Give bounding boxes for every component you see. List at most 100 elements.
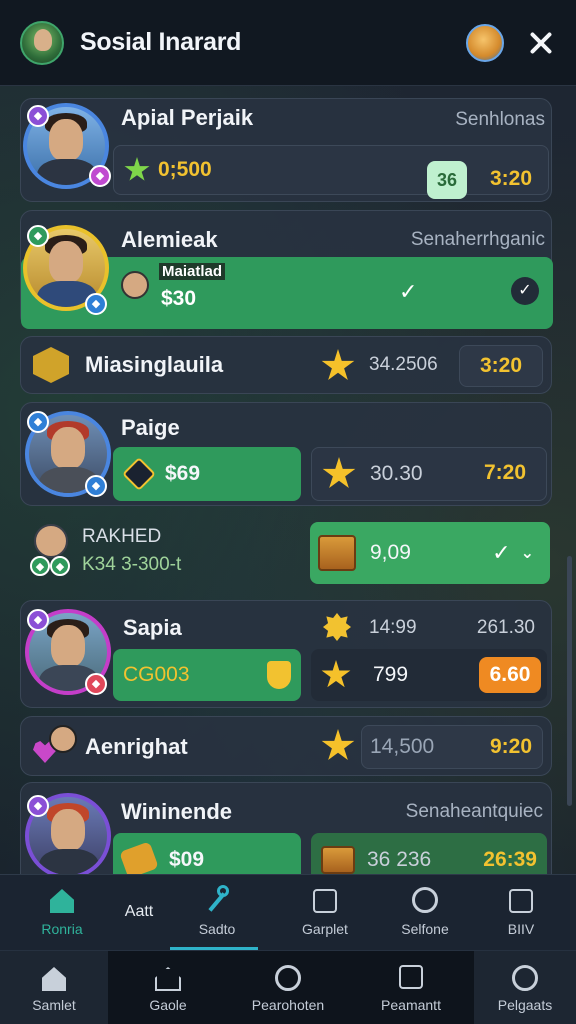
points-badge: 36 bbox=[427, 161, 467, 199]
player-name: Apial Perjaik bbox=[121, 105, 254, 130]
player-name: Wininende bbox=[121, 799, 233, 824]
list-item[interactable]: ◆ ◆ Apial Perjaik Senhlonas 0;500 36 3:2… bbox=[20, 98, 552, 202]
code-pill[interactable]: CG003 bbox=[113, 649, 301, 701]
list-item[interactable]: Aenrighat 14,500 9:20 bbox=[20, 716, 552, 776]
score-value: 30.30 bbox=[370, 462, 423, 485]
close-icon[interactable] bbox=[526, 28, 556, 58]
reward-amount: $30 bbox=[161, 287, 197, 310]
level-badge-icon: ◆ bbox=[27, 609, 49, 631]
timer-value: 9:20 bbox=[489, 735, 532, 758]
level-badge-icon: ◆ bbox=[27, 795, 49, 817]
clipboard-icon bbox=[313, 889, 337, 913]
shield-icon bbox=[267, 661, 291, 689]
check-icon: ✓ bbox=[492, 540, 511, 565]
check-circle-icon[interactable]: ✓ bbox=[511, 277, 539, 305]
scrollbar[interactable] bbox=[567, 556, 572, 806]
list-item[interactable]: Alemieak Senaherrhganic Maiatlad $30 ✓ ✓… bbox=[20, 210, 553, 329]
score-value: 0;500 bbox=[158, 158, 212, 181]
chest-icon bbox=[321, 846, 355, 874]
circle-icon bbox=[275, 965, 301, 991]
star-icon bbox=[321, 729, 355, 760]
player-name: Alemieak bbox=[121, 227, 218, 252]
gem-icon bbox=[122, 457, 156, 491]
list-item[interactable]: ◆ ◆ Sapia 14:99 261.30 CG003 799 6.60 bbox=[20, 600, 552, 708]
bottom-nav-bar: Samlet Gaole Pearohoten Peamantt Pelgaat… bbox=[0, 950, 576, 1024]
rank-badge-icon: ◆ bbox=[30, 556, 50, 576]
score-value: 36 236 bbox=[367, 848, 432, 871]
tab-ronria[interactable]: Ronria bbox=[20, 875, 104, 950]
timer-value: 26:39 bbox=[483, 848, 537, 871]
timer-value: 3:20 bbox=[489, 167, 533, 190]
tab-aatt[interactable]: Aatt bbox=[104, 875, 174, 950]
player-name: Miasinglauila bbox=[85, 352, 224, 377]
tab-peamantt[interactable]: Peamantt bbox=[348, 951, 474, 1024]
app-header: Sosial Inarard bbox=[0, 0, 576, 86]
secondary-tab-bar: Ronria Aatt Sadto Garplet Selfone BIIV bbox=[0, 874, 576, 950]
reward-amount: $69 bbox=[165, 462, 201, 485]
chevron-down-icon[interactable]: ⌄ bbox=[521, 543, 534, 563]
coin-stack-icon bbox=[119, 841, 159, 874]
tab-selfone[interactable]: Selfone bbox=[380, 875, 470, 950]
leaderboard-list[interactable]: ◆ ◆ Apial Perjaik Senhlonas 0;500 36 3:2… bbox=[0, 86, 576, 874]
player-name: Sapia bbox=[123, 615, 182, 640]
star-icon bbox=[124, 157, 150, 181]
rank-badge-icon: ◆ bbox=[85, 475, 107, 497]
code-value: CG003 bbox=[123, 663, 190, 686]
timer-value: 3:20 bbox=[459, 345, 543, 387]
tab-gaole[interactable]: Gaole bbox=[108, 951, 228, 1024]
meta-right-value: 261.30 bbox=[476, 617, 535, 638]
timer-badge: 6.60 bbox=[479, 657, 541, 693]
list-item[interactable]: Miasinglauila 34.2506 3:20 bbox=[20, 336, 552, 394]
level-badge-icon: ◆ bbox=[27, 105, 49, 127]
score-value: 34.2506 bbox=[369, 354, 438, 375]
rank-badge-icon: ◆ bbox=[85, 673, 107, 695]
score-pill: 14,500 9:20 bbox=[361, 725, 543, 769]
level-badge-icon: ◆ bbox=[27, 411, 49, 433]
player-name: RAKHED bbox=[82, 526, 162, 547]
check-icon: ✓ bbox=[399, 279, 418, 304]
player-name: Aenrighat bbox=[85, 734, 188, 759]
clipboard-icon bbox=[509, 889, 533, 913]
reward-amount: $09 bbox=[169, 848, 205, 871]
score-value: 14,500 bbox=[370, 735, 435, 758]
player-meta: Senaherrhganic bbox=[410, 229, 545, 250]
chest-icon bbox=[318, 535, 356, 571]
medal-icon bbox=[323, 613, 351, 641]
list-item[interactable]: ◆ ◆ Paige $69 30.30 7:20 bbox=[20, 402, 552, 506]
tab-sadto[interactable]: Sadto bbox=[174, 875, 260, 950]
home-outline-icon bbox=[155, 967, 181, 991]
tab-garplet[interactable]: Garplet bbox=[280, 875, 370, 950]
reward-pill[interactable]: 9,09 ✓ ⌄ bbox=[310, 522, 550, 584]
star-icon bbox=[321, 660, 351, 688]
star-icon bbox=[322, 457, 356, 488]
rank-badge-icon: ◆ bbox=[50, 556, 70, 576]
user-avatar-icon[interactable] bbox=[20, 20, 64, 65]
mini-avatar-icon bbox=[121, 271, 149, 299]
list-item[interactable]: ◆ ◆ RAKHED K34 3-300-t 9,09 ✓ ⌄ bbox=[20, 512, 552, 598]
player-meta: Senhlonas bbox=[455, 109, 545, 130]
rank-badge-icon: ◆ bbox=[89, 165, 111, 187]
reward-pill[interactable]: $09 bbox=[113, 833, 301, 874]
timer-value: 7:20 bbox=[483, 461, 527, 484]
tab-biiv[interactable]: BIIV bbox=[478, 875, 564, 950]
profile-icon[interactable] bbox=[466, 23, 504, 62]
meta-left-value: 14:99 bbox=[369, 617, 417, 638]
reward-pill[interactable]: $69 bbox=[113, 447, 301, 501]
tab-pearohoten[interactable]: Pearohoten bbox=[228, 951, 348, 1024]
tab-pelgaats[interactable]: Pelgaats bbox=[474, 951, 576, 1024]
rank-badge-icon: ◆ bbox=[85, 293, 107, 315]
list-item[interactable]: ◆ Wininende Senaheantquiec $09 36 236 26… bbox=[20, 782, 552, 874]
score-value: 799 bbox=[373, 663, 409, 686]
reward-sub-label: Maiatlad bbox=[159, 263, 226, 280]
level-badge-icon: ◆ bbox=[27, 225, 49, 247]
player-name: Paige bbox=[121, 415, 180, 440]
tab-samlet[interactable]: Samlet bbox=[0, 951, 108, 1024]
score-pill: 36 236 26:39 bbox=[311, 833, 547, 874]
mini-avatar-icon bbox=[34, 524, 68, 558]
app-title: Sosial Inarard bbox=[80, 28, 242, 56]
search-icon bbox=[412, 887, 438, 913]
wand-icon bbox=[205, 885, 229, 912]
home-icon bbox=[42, 967, 66, 991]
upload-icon bbox=[399, 965, 423, 989]
player-sub-label: K34 3-300-t bbox=[82, 554, 182, 575]
